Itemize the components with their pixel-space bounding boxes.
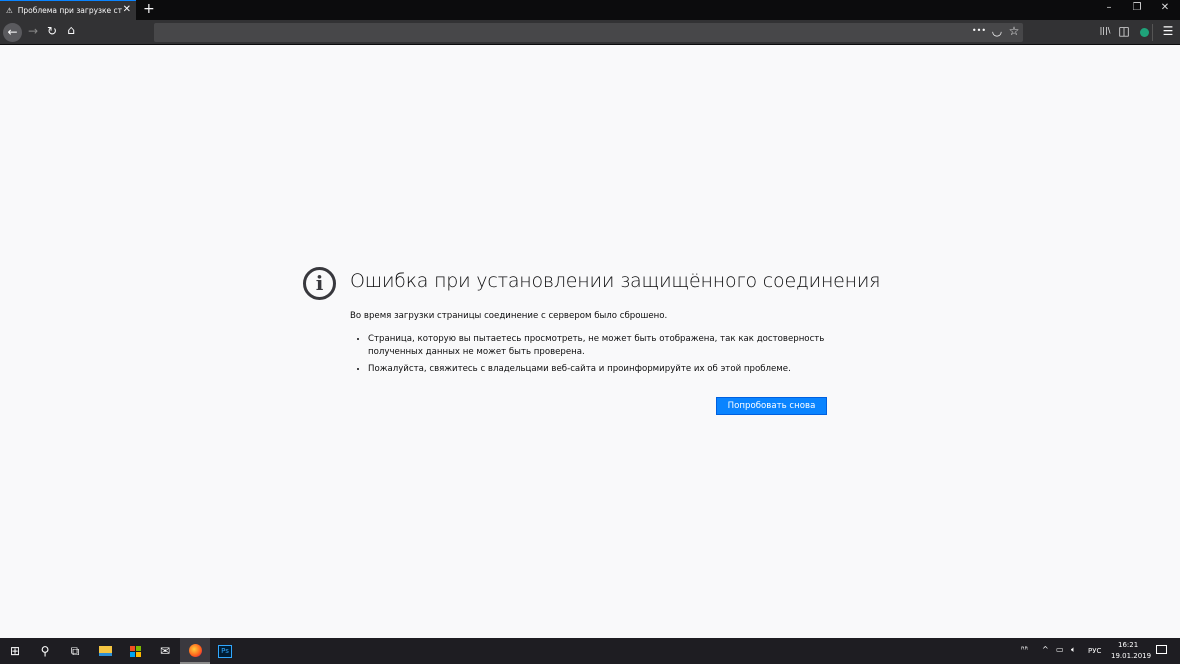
home-button[interactable]: ⌂ bbox=[62, 23, 80, 37]
mail-icon[interactable]: ✉ bbox=[150, 638, 180, 664]
retry-button[interactable]: Попробовать снова bbox=[716, 397, 827, 415]
tab-bar bbox=[0, 0, 1180, 20]
back-button[interactable]: ← bbox=[3, 23, 22, 42]
url-bar[interactable] bbox=[154, 23, 1023, 42]
extension-shield-icon[interactable] bbox=[1140, 28, 1149, 37]
start-windows-icon[interactable]: ⊞ bbox=[0, 638, 30, 664]
sidebar-icon[interactable]: ◫ bbox=[1115, 24, 1133, 38]
search-icon[interactable]: ⚲ bbox=[30, 638, 60, 664]
bookmark-star-icon[interactable]: ☆ bbox=[1005, 24, 1023, 38]
forward-button[interactable]: → bbox=[24, 24, 42, 38]
file-explorer-icon[interactable] bbox=[90, 638, 120, 664]
error-bullets: Страница, которую вы пытаетесь просмотре… bbox=[360, 333, 830, 380]
error-description: Во время загрузки страницы соединение с … bbox=[350, 311, 668, 321]
close-window-button[interactable]: ✕ bbox=[1150, 2, 1180, 13]
network-icon[interactable]: ▭ bbox=[1056, 645, 1064, 654]
taskbar: ⊞ ⚲ ⧉ ✉ Ps bbox=[0, 638, 1180, 664]
library-icon[interactable]: |||\ bbox=[1096, 26, 1114, 35]
clock-date[interactable]: 19.01.2019 bbox=[1111, 652, 1151, 660]
notifications-icon[interactable] bbox=[1156, 645, 1167, 654]
clock-time[interactable]: 16:21 bbox=[1118, 641, 1138, 649]
reload-button[interactable]: ↻ bbox=[43, 24, 61, 38]
warning-icon: ⚠ bbox=[6, 6, 13, 15]
photoshop-icon[interactable]: Ps bbox=[210, 638, 240, 664]
people-icon[interactable]: ᴿᴿ bbox=[1021, 645, 1028, 654]
new-tab-button[interactable]: + bbox=[143, 1, 155, 17]
error-title: Ошибка при установлении защищённого соед… bbox=[350, 270, 881, 292]
task-view-icon[interactable]: ⧉ bbox=[60, 638, 90, 664]
pocket-icon[interactable]: ◡ bbox=[988, 24, 1006, 38]
store-icon[interactable] bbox=[120, 638, 150, 664]
chevron-up-icon[interactable]: ^ bbox=[1042, 645, 1049, 654]
tab-active[interactable]: ⚠ Проблема при загрузке страницы ✕ bbox=[0, 0, 136, 20]
toolbar-divider bbox=[1152, 24, 1153, 41]
firefox-icon[interactable] bbox=[180, 638, 210, 664]
close-tab-icon[interactable]: ✕ bbox=[123, 4, 131, 15]
language-indicator[interactable]: РУС bbox=[1088, 647, 1101, 655]
bullet-item: Страница, которую вы пытаетесь просмотре… bbox=[368, 333, 830, 359]
bullet-item: Пожалуйста, свяжитесь с владельцами веб-… bbox=[368, 363, 830, 376]
info-icon: i bbox=[303, 267, 336, 300]
page-actions-icon[interactable]: ••• bbox=[970, 26, 988, 35]
restore-button[interactable]: ❐ bbox=[1122, 2, 1152, 13]
menu-icon[interactable]: ☰ bbox=[1159, 24, 1177, 38]
tab-title: Проблема при загрузке страницы bbox=[17, 6, 122, 15]
minimize-button[interactable]: – bbox=[1094, 2, 1124, 13]
volume-icon[interactable]: 🔈︎ bbox=[1071, 645, 1076, 655]
